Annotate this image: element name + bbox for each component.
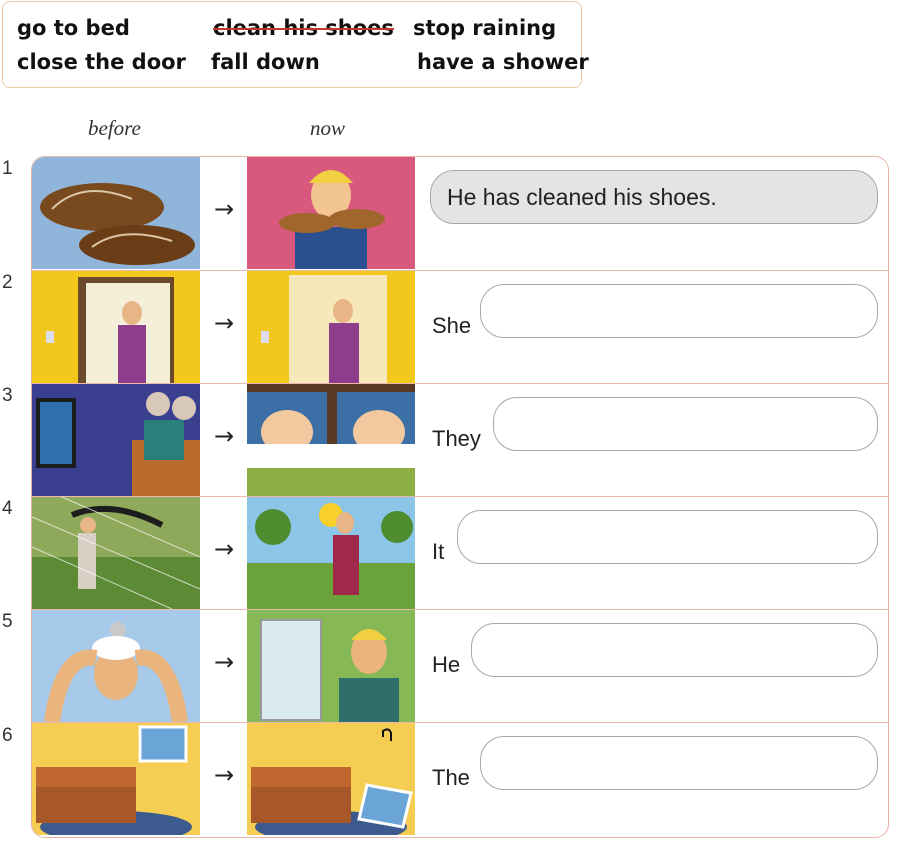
exercise-row-2: → She	[32, 270, 888, 383]
sentence-prompt: They	[432, 426, 481, 451]
row-number: 5	[2, 611, 13, 632]
exercise-row-1: → He has cleaned his shoes.	[32, 157, 888, 270]
exercise-row-4: → It	[32, 496, 888, 609]
arrow-icon: →	[213, 309, 235, 337]
row-number: 6	[2, 725, 13, 746]
word-bank-item: go to bed	[17, 16, 130, 40]
woman-in-sunshine-image	[247, 497, 415, 609]
row-number: 1	[2, 158, 13, 179]
answer-field[interactable]	[480, 736, 878, 790]
man-holding-shoes-image	[247, 157, 415, 269]
answer-field[interactable]	[457, 510, 878, 564]
sentence-prompt: He	[432, 652, 461, 677]
word-bank-item: have a shower	[417, 50, 589, 74]
arrow-icon: →	[213, 195, 235, 223]
answer-field[interactable]	[471, 623, 878, 677]
couple-in-bed-image	[247, 384, 415, 496]
woman-closed-door-image	[247, 271, 415, 383]
man-after-shower-image	[247, 610, 415, 722]
couple-watching-tv-image	[32, 384, 200, 496]
exercise-row-5: → He	[32, 609, 888, 722]
woman-open-door-image	[32, 271, 200, 383]
exercise-table: → He has cleaned his shoes. → She → They…	[31, 156, 889, 838]
arrow-icon: →	[213, 535, 235, 563]
answer-field-example: He has cleaned his shoes.	[430, 170, 878, 224]
row-number: 4	[2, 498, 13, 519]
answer-field[interactable]	[480, 284, 878, 338]
before-heading: before	[88, 116, 141, 140]
arrow-icon: →	[213, 761, 235, 789]
picture-fallen-image	[247, 723, 415, 835]
picture-on-wall-image	[32, 723, 200, 835]
now-heading: now	[310, 116, 346, 140]
sentence-prompt: It	[432, 539, 445, 564]
arrow-icon: →	[213, 422, 235, 450]
exercise-row-6: → The	[32, 722, 888, 835]
row-number: 2	[2, 272, 13, 293]
word-bank-item: fall down	[211, 50, 320, 74]
man-washing-hair-image	[32, 610, 200, 722]
word-bank-item: stop raining	[413, 16, 557, 40]
sentence-prompt: She	[432, 313, 472, 338]
answer-field[interactable]	[493, 397, 878, 451]
man-in-rain-image	[32, 497, 200, 609]
exercise-row-3: → They	[32, 383, 888, 496]
word-bank-item: close the door	[17, 50, 186, 74]
word-bank-item-struck: clean his shoes	[213, 16, 394, 40]
row-number: 3	[2, 385, 13, 406]
word-bank: go to bed clean his shoes stop raining c…	[2, 1, 589, 88]
arrow-icon: →	[213, 648, 235, 676]
sentence-prompt: The	[432, 765, 470, 790]
muddy-shoes-image	[32, 157, 200, 269]
